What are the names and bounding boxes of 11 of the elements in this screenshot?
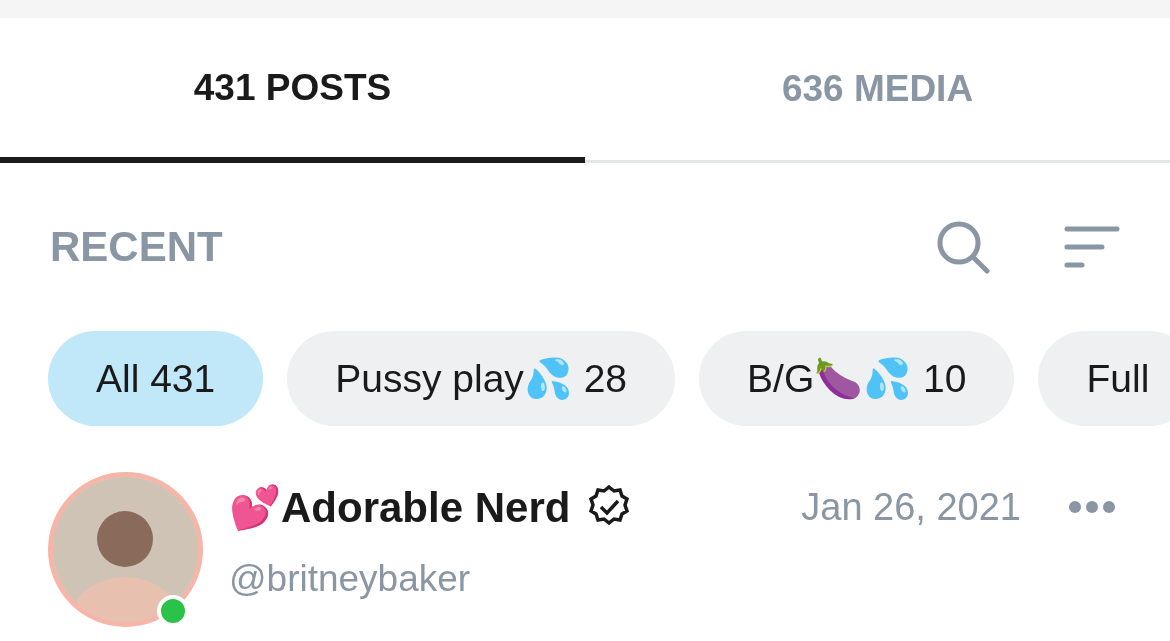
author-name[interactable]: 💕Adorable Nerd [229,482,571,532]
post-date: Jan 26, 2021 [801,485,1021,529]
filter-chip[interactable]: B/G🍆💦 10 [699,331,1015,426]
filter-chip[interactable]: Pussy play💦 28 [287,331,676,426]
search-icon[interactable] [935,219,991,275]
tab[interactable]: 431 POSTS [0,18,585,163]
more-icon[interactable] [1069,501,1115,513]
section-title: RECENT [50,223,224,271]
sort-icon[interactable] [1064,225,1120,269]
filter-chip[interactable]: Full [1038,331,1170,426]
filter-chip[interactable]: All 431 [48,331,264,426]
